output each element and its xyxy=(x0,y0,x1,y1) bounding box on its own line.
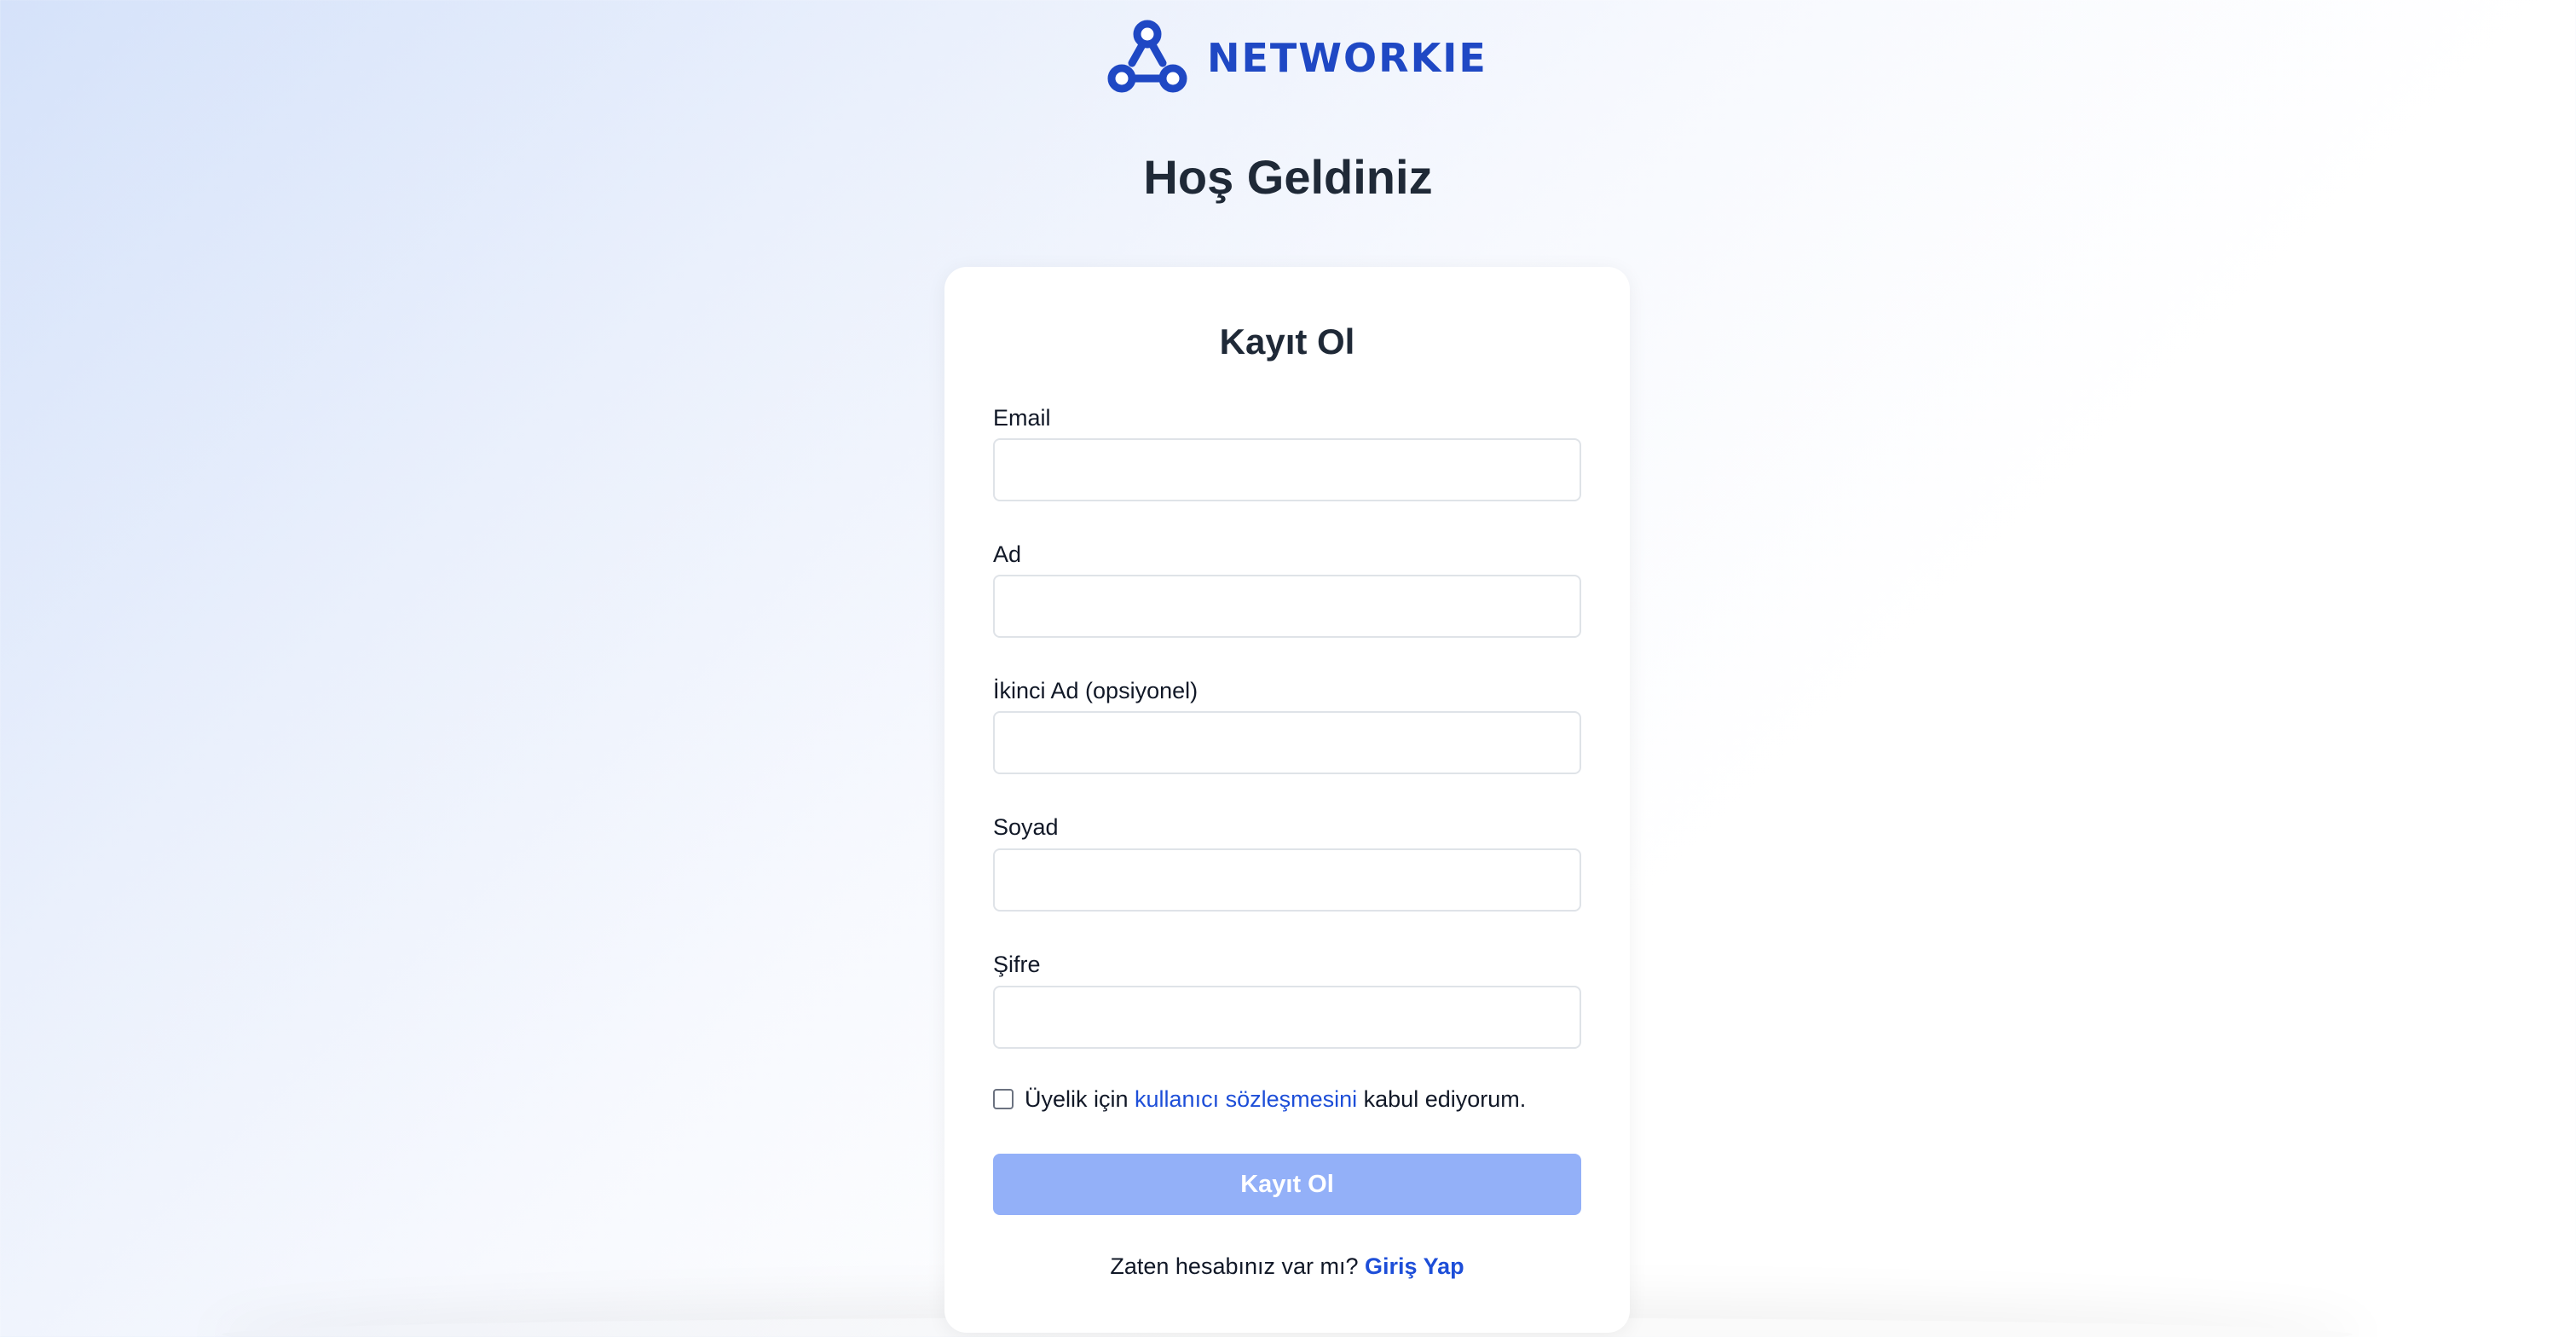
password-label: Şifre xyxy=(993,952,1041,977)
form-title: Kayıt Ol xyxy=(1219,321,1355,362)
login-prompt-text: Zaten hesabınız var mı? xyxy=(1110,1253,1366,1279)
register-card: Kayıt Ol Email Ad İkinci Ad (opsiyonel) … xyxy=(944,267,1630,1333)
networkie-logo: NETWORKIE xyxy=(1105,17,1487,99)
terms-checkbox[interactable] xyxy=(993,1089,1014,1109)
last-name-label: Soyad xyxy=(993,814,1059,840)
middle-name-field[interactable] xyxy=(993,711,1581,774)
register-button[interactable]: Kayıt Ol xyxy=(993,1154,1581,1215)
network-nodes-icon xyxy=(1107,20,1187,93)
terms-suffix: kabul ediyorum. xyxy=(1357,1086,1527,1112)
welcome-title: Hoş Geldiniz xyxy=(1143,150,1433,204)
brand-name: NETWORKIE xyxy=(1207,35,1487,81)
login-link[interactable]: Giriş Yap xyxy=(1365,1253,1464,1279)
middle-name-label: İkinci Ad (opsiyonel) xyxy=(993,678,1198,703)
user-agreement-link[interactable]: kullanıcı sözleşmesini xyxy=(1135,1086,1357,1112)
last-name-field[interactable] xyxy=(993,848,1581,912)
login-prompt-row: Zaten hesabınız var mı? Giriş Yap xyxy=(944,1251,1630,1282)
password-field[interactable] xyxy=(993,986,1581,1049)
first-name-field[interactable] xyxy=(993,575,1581,638)
terms-text: Üyelik için kullanıcı sözleşmesini kabul… xyxy=(1025,1084,1526,1114)
first-name-label: Ad xyxy=(993,541,1022,567)
email-label: Email xyxy=(993,405,1051,431)
terms-prefix: Üyelik için xyxy=(1025,1086,1135,1112)
email-field[interactable] xyxy=(993,438,1581,501)
